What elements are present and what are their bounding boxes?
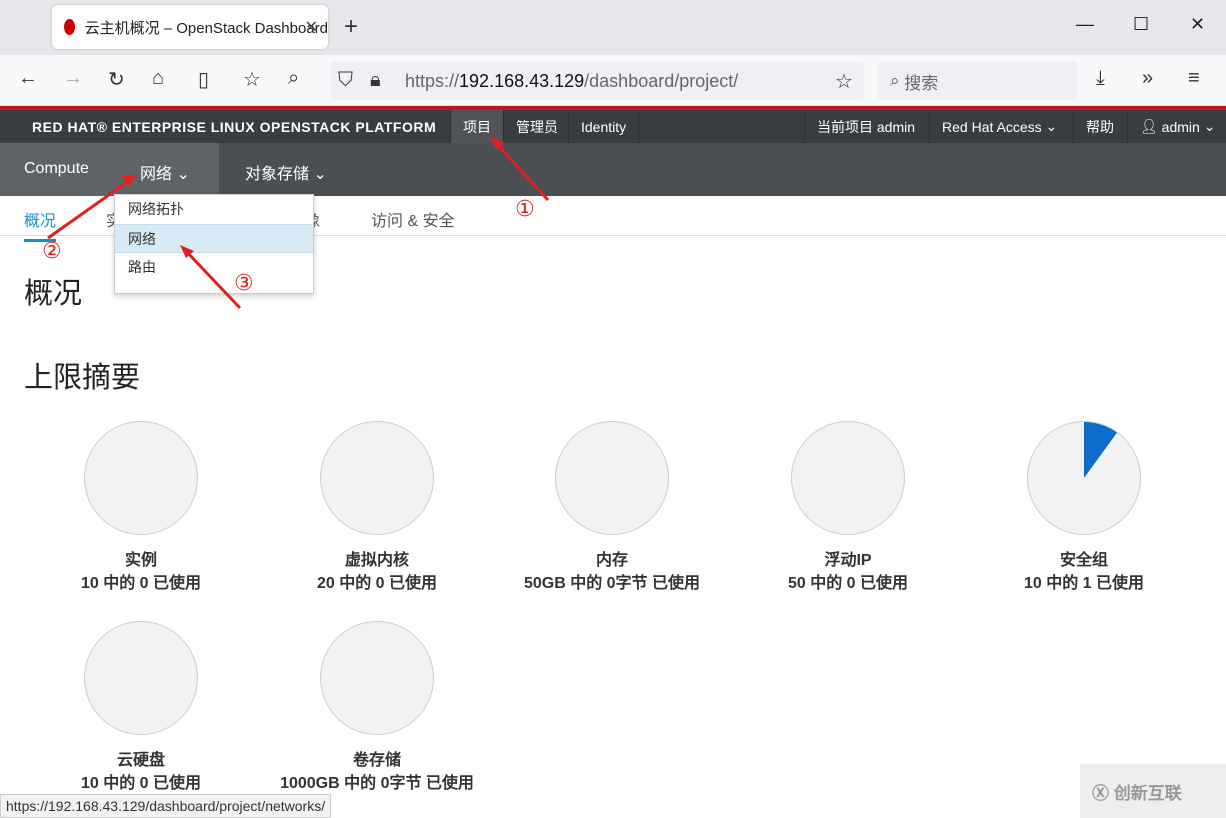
quota-chart: 浮动IP 50 中的 0 已使用 (728, 421, 968, 595)
maximize-button[interactable]: ☐ (1133, 14, 1149, 35)
quota-name: 安全组 (1059, 552, 1108, 569)
close-window-button[interactable]: ✕ (1190, 14, 1205, 35)
quota-usage: 50 中的 0 已使用 (787, 575, 909, 592)
menu-icon[interactable]: ≡ (1188, 67, 1200, 90)
user-dropdown[interactable]: 👤︎ admin ⌄ (1127, 110, 1226, 143)
current-project-dropdown[interactable]: 当前项目 admin (804, 110, 927, 143)
back-icon[interactable]: ← (18, 67, 38, 90)
new-tab-button[interactable]: + (344, 13, 358, 41)
lock-icon: 🔒︎ (370, 69, 381, 91)
user-icon: 👤︎ (1140, 118, 1162, 134)
help-link[interactable]: 帮助 (1073, 110, 1126, 143)
download-icon[interactable]: ⤓ (1096, 67, 1105, 90)
extensions-icon[interactable]: ☆ (243, 67, 261, 92)
nav-admin[interactable]: 管理员 (503, 110, 570, 143)
subnav-compute[interactable]: Compute (24, 160, 89, 178)
quota-name: 卷存储 (352, 752, 401, 769)
quota-chart: 卷存储 1000GB 中的 0字节 已使用 (257, 621, 497, 795)
quota-chart: 内存 50GB 中的 0字节 已使用 (492, 421, 732, 595)
shield-icon: ⛉ (338, 69, 353, 91)
url-host: 192.168.43.129 (459, 70, 585, 91)
quota-usage: 10 中的 0 已使用 (80, 575, 202, 592)
quota-chart: 安全组 10 中的 1 已使用 (964, 421, 1204, 595)
quota-name: 虚拟内核 (344, 552, 409, 569)
quota-name: 实例 (124, 552, 157, 569)
redhat-access-label: Red Hat Access (942, 118, 1042, 135)
minimize-button[interactable]: — (1076, 14, 1094, 35)
overflow-icon[interactable]: » (1142, 67, 1153, 90)
quota-usage: 50GB 中的 0字节 已使用 (523, 575, 701, 592)
annotation-2: ② (42, 238, 62, 263)
watermark-logo: Ⓧ 创新互联 (1080, 764, 1226, 818)
section-title: 上限摘要 (24, 362, 141, 394)
bookmark-star-icon[interactable]: ☆ (835, 69, 853, 94)
sub-navbar: Compute 网络 ⌄ 对象存储 ⌄ (0, 143, 1226, 196)
reload-icon[interactable]: ↻ (108, 67, 125, 92)
menu-item-network-topology[interactable]: 网络拓扑 (115, 195, 313, 224)
subnav-object-storage[interactable]: 对象存储 ⌄ (245, 160, 327, 184)
quota-pie (1027, 421, 1141, 535)
url-prefix: https:// (405, 70, 460, 91)
url-bar[interactable]: ⛉ 🔒︎ https://192.168.43.129/dashboard/pr… (330, 62, 864, 100)
quota-pie (320, 421, 434, 535)
quota-usage: 10 中的 0 已使用 (80, 775, 202, 792)
forward-icon[interactable]: → (63, 67, 83, 90)
quota-pie (320, 621, 434, 735)
quota-chart: 云硬盘 10 中的 0 已使用 (21, 621, 261, 795)
quota-pie (555, 421, 669, 535)
quota-chart: 实例 10 中的 0 已使用 (21, 421, 261, 595)
reader-icon[interactable]: ▯ (198, 67, 209, 92)
quota-pie (84, 621, 198, 735)
annotation-3: ③ (234, 270, 254, 295)
quota-usage: 10 中的 1 已使用 (1023, 575, 1145, 592)
search-icon[interactable]: ⌕ (288, 67, 299, 90)
network-dropdown-menu: 网络拓扑 网络 路由 (114, 194, 314, 294)
tab-overview[interactable]: 概况 (24, 207, 57, 242)
tab-title: 云主机概况 – OpenStack Dashboard (84, 19, 328, 37)
browser-toolbar: ← → ↻ ⌂ ▯ ☆ ⌕ ⛉ 🔒︎ https://192.168.43.12… (0, 55, 1226, 106)
nav-project[interactable]: 项目 (450, 110, 503, 143)
browser-tabbar: 云主机概况 – OpenStack Dashboard ✕ + — ☐ ✕ (0, 0, 1226, 55)
annotation-1: ① (515, 196, 535, 221)
search-box[interactable]: ⌕ 搜索 (878, 62, 1078, 100)
quota-name: 浮动IP (824, 552, 872, 569)
tab-access-security[interactable]: 访问 & 安全 (371, 207, 455, 231)
page-title: 概况 (24, 278, 83, 310)
quota-name: 内存 (595, 552, 628, 569)
quota-usage: 1000GB 中的 0字节 已使用 (280, 775, 474, 792)
subnav-network[interactable]: 网络 ⌄ (140, 160, 190, 184)
quota-name: 云硬盘 (116, 752, 165, 769)
menu-item-routers[interactable]: 路由 (115, 253, 313, 282)
brand-logo: RED HAT® ENTERPRISE LINUX OPENSTACK PLAT… (32, 119, 437, 135)
menu-item-networks[interactable]: 网络 (115, 224, 313, 253)
home-icon[interactable]: ⌂ (152, 67, 164, 90)
redhat-access-dropdown[interactable]: Red Hat Access ⌄ (929, 110, 1069, 143)
quota-pie (84, 421, 198, 535)
url-path: /dashboard/project/ (584, 70, 739, 91)
subnav-storage-label: 对象存储 (245, 166, 310, 183)
user-label: admin (1161, 118, 1200, 135)
nav-identity[interactable]: Identity (568, 110, 640, 143)
top-navbar: RED HAT® ENTERPRISE LINUX OPENSTACK PLAT… (0, 110, 1226, 143)
quota-usage: 20 中的 0 已使用 (316, 575, 438, 592)
quota-chart: 虚拟内核 20 中的 0 已使用 (257, 421, 497, 595)
browser-tab[interactable]: 云主机概况 – OpenStack Dashboard ✕ (52, 5, 328, 49)
search-placeholder: 搜索 (904, 73, 939, 93)
subnav-network-label: 网络 (140, 166, 173, 183)
redhat-favicon-icon (64, 19, 75, 35)
quota-pie (791, 421, 905, 535)
close-tab-icon[interactable]: ✕ (305, 17, 318, 37)
status-bar-url: https://192.168.43.129/dashboard/project… (0, 794, 332, 818)
search-icon: ⌕ (890, 71, 905, 90)
